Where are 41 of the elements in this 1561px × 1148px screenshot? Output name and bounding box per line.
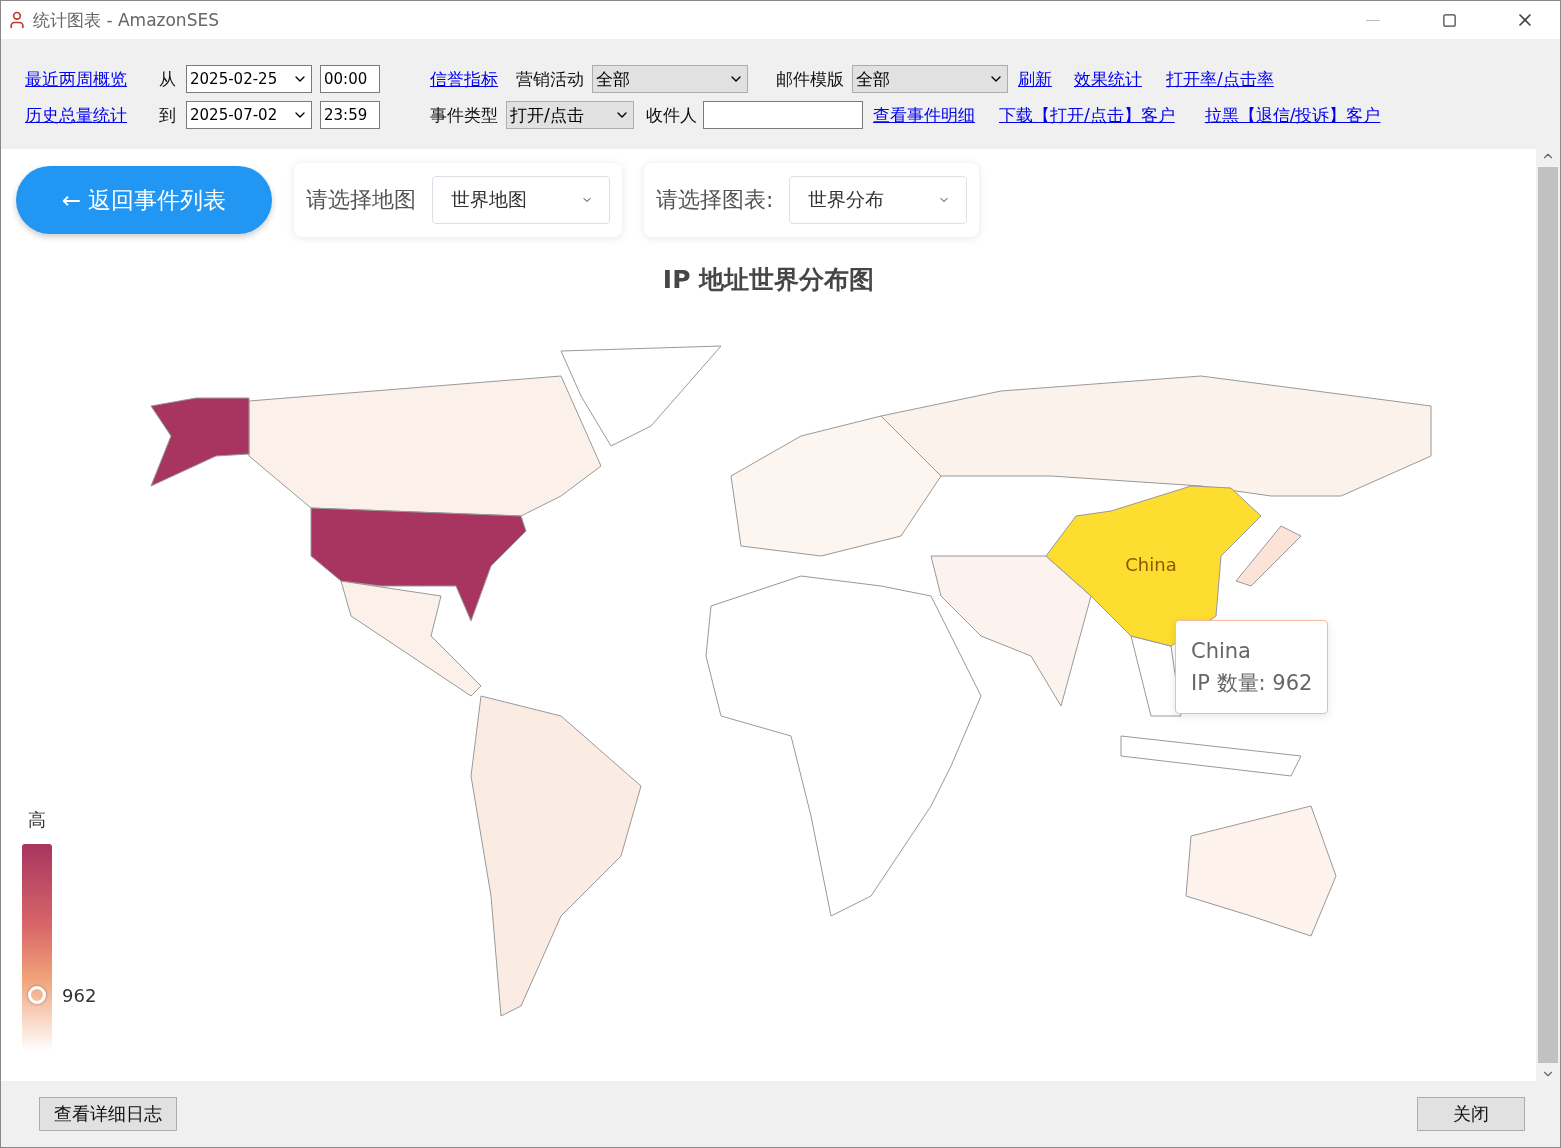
footer-button[interactable]: 查看详细日志: [39, 1097, 177, 1131]
toolbar-link[interactable]: 拉黑【退信/投诉】客户: [1204, 103, 1381, 127]
toolbar-link[interactable]: 信誉指标: [430, 67, 498, 91]
chart-dropdown[interactable]: 世界分布: [789, 176, 968, 224]
tooltip-title: China: [1191, 638, 1252, 665]
field-label: 收件人: [646, 103, 697, 127]
dropdown[interactable]: 全部: [592, 65, 748, 93]
toolbar-link[interactable]: 最近两周概览: [25, 67, 127, 91]
toolbar-link[interactable]: 下载【打开/点击】客户: [999, 103, 1175, 127]
toolbar-link[interactable]: 效果统计: [1074, 67, 1142, 91]
date-picker[interactable]: 2025-02-25: [186, 65, 312, 93]
field-label: 到: [159, 103, 176, 127]
chart-title: IP 地址世界分布图: [661, 264, 876, 296]
field-label: 营销活动: [516, 67, 584, 91]
maximize-icon: [1441, 12, 1457, 28]
tooltip-value: IP 数量: 962: [1191, 670, 1313, 697]
time-field[interactable]: 23:59: [320, 101, 380, 129]
toolbar-link[interactable]: 查看事件明细: [873, 103, 975, 127]
legend-handle[interactable]: [28, 986, 46, 1005]
field-label: 从: [159, 67, 176, 91]
window-title: 统计图表 - AmazonSES: [33, 8, 220, 32]
country-label: China: [1125, 554, 1177, 575]
footer-button[interactable]: 关闭: [1417, 1097, 1525, 1131]
user-icon: [7, 10, 27, 30]
field-label: 事件类型: [430, 103, 498, 127]
recipient-input[interactable]: [703, 101, 863, 129]
map-dropdown[interactable]: 世界地图: [432, 176, 610, 224]
dropdown[interactable]: 全部: [852, 65, 1008, 93]
scrollbar-thumb[interactable]: [1538, 167, 1558, 1063]
minimize-icon: [1366, 19, 1380, 21]
legend-value: 962: [62, 984, 97, 1006]
time-field[interactable]: 00:00: [320, 65, 380, 93]
date-picker[interactable]: 2025-07-02: [186, 101, 312, 129]
map-picker-label: 请选择地图: [306, 186, 416, 214]
toolbar-link[interactable]: 打开率/点击率: [1166, 67, 1274, 91]
dropdown[interactable]: 打开/点击: [506, 101, 634, 129]
toolbar-link[interactable]: 刷新: [1018, 67, 1052, 91]
chart-picker-label: 请选择图表:: [656, 186, 774, 214]
legend-high-label: 高: [28, 808, 46, 832]
toolbar-link[interactable]: 历史总量统计: [25, 103, 127, 127]
field-label: 邮件模版: [776, 67, 844, 91]
